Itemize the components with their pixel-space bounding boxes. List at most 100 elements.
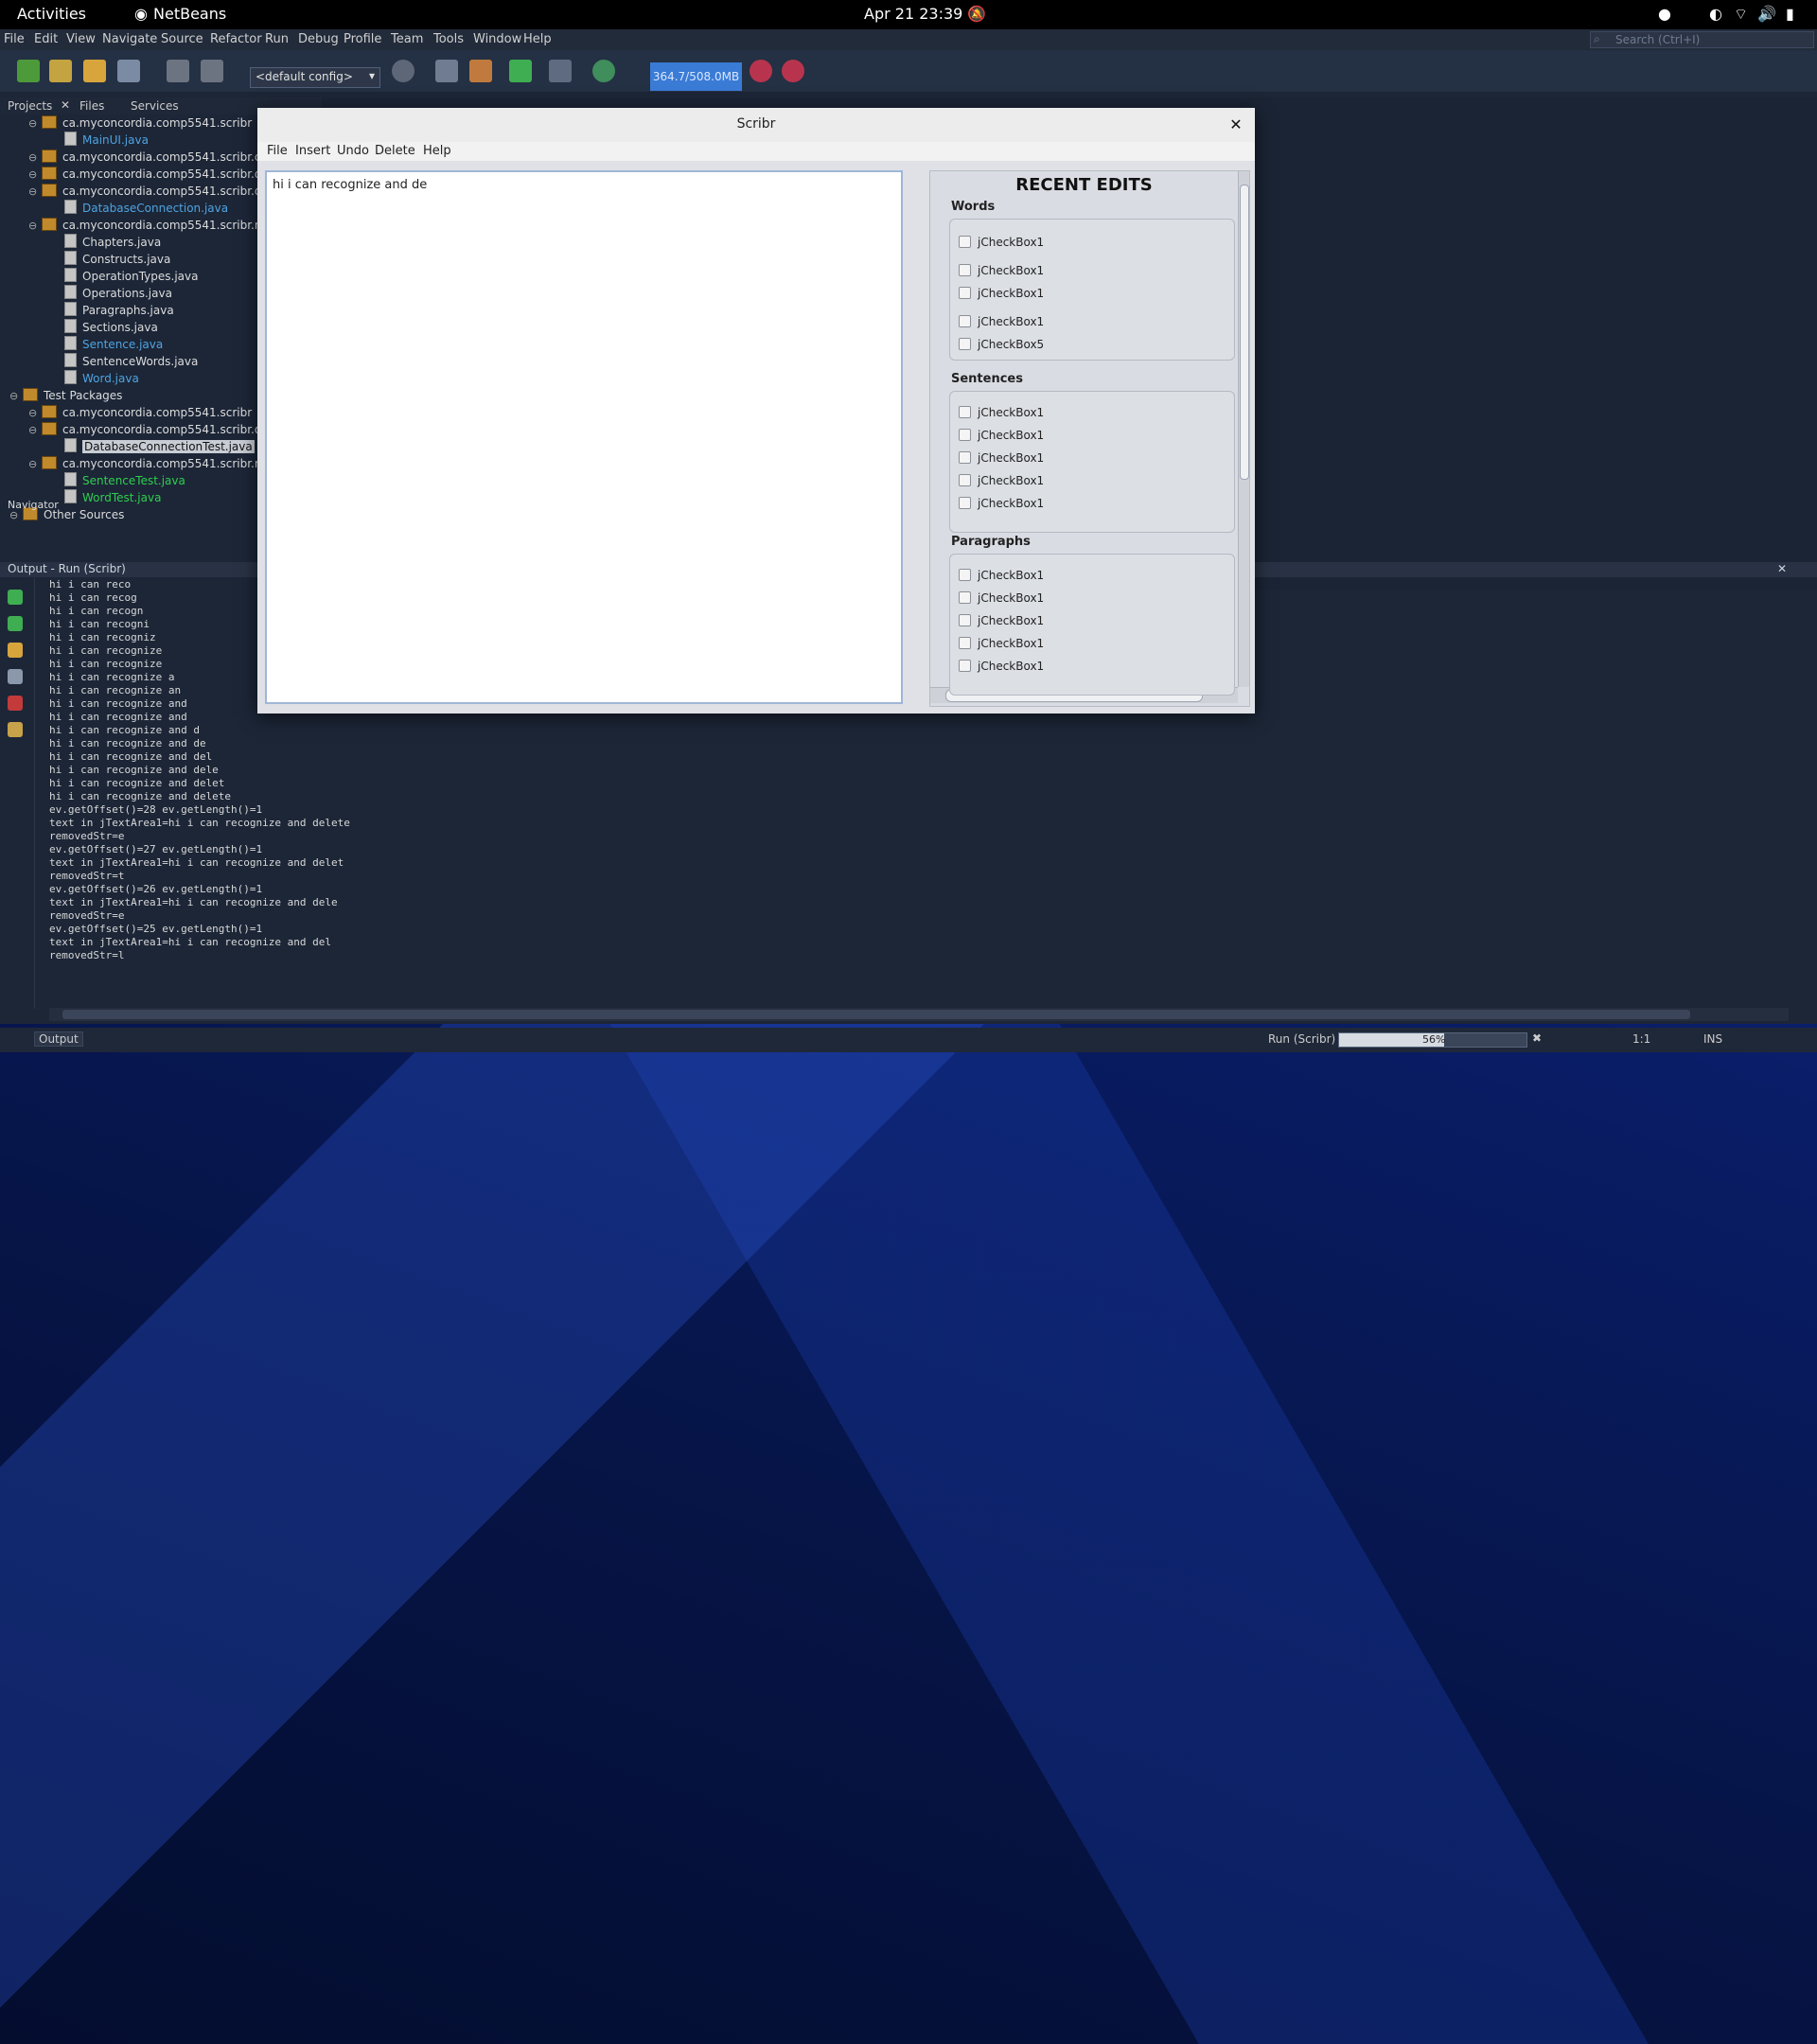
scribr-menu-file[interactable]: File (267, 144, 288, 158)
close-icon[interactable]: ✕ (1226, 115, 1245, 134)
checkbox-words[interactable]: jCheckBox1 (959, 236, 1044, 249)
tree-item[interactable]: Chapters.java (64, 234, 161, 251)
rerun-icon[interactable] (8, 590, 23, 605)
tree-item[interactable]: Sentence.java (64, 336, 163, 353)
search-input[interactable]: ⌕ Search (Ctrl+I) (1590, 31, 1814, 48)
checkbox-icon[interactable] (959, 236, 971, 248)
tree-item[interactable]: MainUI.java (64, 132, 149, 149)
menu-item-refactor[interactable]: Refactor (210, 32, 262, 46)
expand-icon[interactable]: ⊖ (28, 115, 38, 132)
expand-icon[interactable]: ⊖ (28, 150, 38, 167)
tree-item[interactable]: ⊖ ca.myconcordia.comp5541.scribr.d (28, 166, 257, 183)
menu-item-navigate[interactable]: Navigate (102, 32, 157, 46)
new-project-icon[interactable] (49, 60, 72, 82)
save-all-icon[interactable] (117, 60, 140, 82)
tree-item[interactable]: DatabaseConnection.java (64, 200, 228, 217)
tree-item[interactable]: SentenceTest.java (64, 472, 185, 489)
menu-item-run[interactable]: Run (265, 32, 289, 46)
rerun-modified-icon[interactable] (8, 616, 23, 631)
checkbox-sentences[interactable]: jCheckBox1 (959, 474, 1044, 487)
settings-icon[interactable] (8, 722, 23, 737)
profiler-snapshot-icon[interactable] (782, 60, 804, 82)
brightness-icon[interactable]: ◐ (1709, 5, 1722, 23)
run-icon[interactable] (509, 60, 532, 82)
scribr-titlebar[interactable]: Scribr (257, 108, 1255, 142)
cancel-task-icon[interactable]: ✖ (1532, 1031, 1542, 1045)
tree-item[interactable]: Operations.java (64, 285, 172, 302)
checkbox-paragraphs[interactable]: jCheckBox1 (959, 614, 1044, 627)
checkbox-paragraphs[interactable]: jCheckBox1 (959, 637, 1044, 650)
tree-item[interactable]: ⊖ ca.myconcordia.comp5541.scribr (28, 404, 252, 421)
stop-icon[interactable] (8, 696, 23, 711)
debug-icon[interactable] (549, 60, 572, 82)
expand-icon[interactable]: ⊖ (28, 167, 38, 184)
battery-icon[interactable]: ▮ (1786, 5, 1794, 23)
checkbox-icon[interactable] (959, 474, 971, 486)
tab-projects[interactable]: Projects (8, 99, 52, 113)
expand-icon[interactable]: ⊖ (28, 184, 38, 201)
build-icon[interactable] (435, 60, 458, 82)
expand-icon[interactable]: ⊖ (28, 218, 38, 235)
checkbox-icon[interactable] (959, 338, 971, 350)
target-icon[interactable] (392, 60, 415, 82)
output-hscrollbar[interactable] (49, 1008, 1789, 1021)
new-file-icon[interactable] (17, 60, 40, 82)
tree-item[interactable]: ⊖ ca.myconcordia.comp5541.scribr.d (28, 421, 257, 438)
checkbox-icon[interactable] (959, 264, 971, 276)
expand-icon[interactable]: ⊖ (9, 388, 19, 405)
tree-item[interactable]: DatabaseConnectionTest.java (64, 438, 255, 455)
expand-icon[interactable]: ⊖ (28, 456, 38, 473)
checkbox-icon[interactable] (959, 451, 971, 464)
checkbox-paragraphs[interactable]: jCheckBox1 (959, 591, 1044, 605)
scribr-menu-delete[interactable]: Delete (375, 144, 415, 158)
checkbox-icon[interactable] (959, 497, 971, 509)
profile-icon[interactable] (592, 60, 615, 82)
close-icon[interactable]: ✕ (61, 98, 70, 112)
app-menu-button[interactable]: NetBeans (153, 5, 226, 23)
tree-item[interactable]: ⊖ ca.myconcordia.comp5541.scribr.m (28, 217, 257, 234)
config-select[interactable]: <default config> ▾ (250, 67, 380, 88)
clean-build-icon[interactable] (469, 60, 492, 82)
checkbox-icon[interactable] (959, 591, 971, 604)
wifi-icon[interactable]: ⌔ (1734, 5, 1748, 24)
gc-icon[interactable] (750, 60, 772, 82)
tree-item[interactable]: SentenceWords.java (64, 353, 198, 370)
checkbox-icon[interactable] (959, 429, 971, 441)
checkbox-icon[interactable] (959, 569, 971, 581)
checkbox-words[interactable]: jCheckBox5 (959, 338, 1044, 351)
tab-services[interactable]: Services (131, 99, 179, 113)
tree-item[interactable]: ⊖ ca.myconcordia.comp5541.scribr.d (28, 183, 257, 200)
scribr-menu-undo[interactable]: Undo (337, 144, 369, 158)
tree-item[interactable]: ⊖ ca.myconcordia.comp5541.scribr.c (28, 149, 257, 166)
menu-item-view[interactable]: View (66, 32, 96, 46)
menu-item-tools[interactable]: Tools (433, 32, 464, 46)
expand-icon[interactable]: ⊖ (28, 405, 38, 422)
output-tab-button[interactable]: Output (34, 1031, 83, 1047)
activities-button[interactable]: Activities (17, 5, 86, 23)
scribr-menu-help[interactable]: Help (423, 144, 451, 158)
expand-icon[interactable]: ⊖ (28, 422, 38, 439)
checkbox-icon[interactable] (959, 660, 971, 672)
notifications-off-icon[interactable]: 🔕 (967, 5, 986, 23)
checkbox-sentences[interactable]: jCheckBox1 (959, 497, 1044, 510)
tree-item[interactable]: Sections.java (64, 319, 158, 336)
checkbox-icon[interactable] (959, 637, 971, 649)
checkbox-words[interactable]: jCheckBox1 (959, 315, 1044, 328)
menu-item-debug[interactable]: Debug (298, 32, 339, 46)
redo-icon[interactable] (201, 60, 223, 82)
clear-icon[interactable] (8, 669, 23, 684)
close-icon[interactable]: ✕ (1777, 562, 1787, 575)
clock[interactable]: Apr 21 23:39 (864, 5, 962, 23)
checkbox-icon[interactable] (959, 287, 971, 299)
scroll-thumb[interactable] (1240, 185, 1249, 480)
menu-item-file[interactable]: File (4, 32, 25, 46)
checkbox-sentences[interactable]: jCheckBox1 (959, 451, 1044, 465)
menu-item-team[interactable]: Team (391, 32, 423, 46)
tree-item[interactable]: OperationTypes.java (64, 268, 199, 285)
menu-item-source[interactable]: Source (161, 32, 203, 46)
volume-icon[interactable]: 🔊 (1757, 5, 1776, 23)
tab-files[interactable]: Files (79, 99, 104, 113)
menu-item-profile[interactable]: Profile (344, 32, 381, 46)
open-project-icon[interactable] (83, 60, 106, 82)
checkbox-icon[interactable] (959, 614, 971, 626)
